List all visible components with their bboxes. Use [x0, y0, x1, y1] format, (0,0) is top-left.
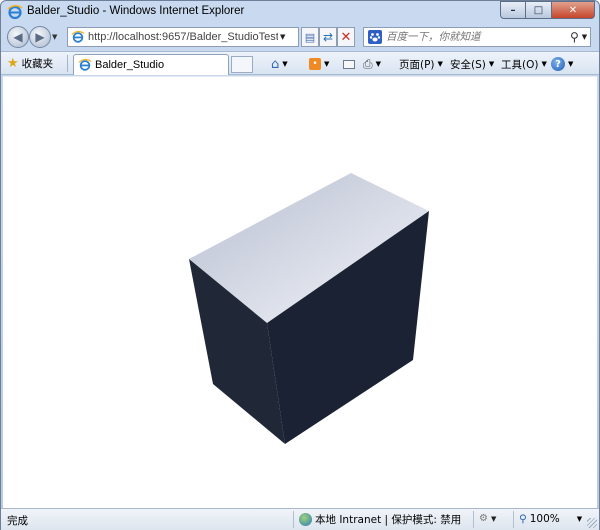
zoom-control[interactable]: ⚲ 100% ▼ — [519, 513, 582, 525]
protected-mode-dropdown-icon: ▼ — [490, 514, 497, 523]
status-text: 完成 — [7, 515, 28, 527]
favorites-label: 收藏夹 — [21, 58, 54, 70]
forward-arrow-icon: ▶ — [35, 30, 45, 44]
tools-menu[interactable]: 工具(O) ▼ — [501, 56, 547, 72]
help-dropdown-icon[interactable]: ▼ — [568, 60, 573, 68]
baidu-paw-icon — [368, 30, 382, 44]
print-dropdown-icon[interactable]: ▼ — [376, 60, 381, 68]
back-arrow-icon: ◀ — [13, 30, 23, 44]
ie-tab-icon — [78, 58, 92, 71]
home-dropdown-icon[interactable]: ▼ — [282, 60, 287, 68]
safety-menu[interactable]: 安全(S) ▼ — [450, 56, 494, 72]
page-menu-dropdown-icon: ▼ — [437, 60, 443, 68]
protected-mode-indicator[interactable]: ⚙ ▼ — [479, 513, 496, 524]
status-divider — [293, 511, 294, 528]
new-tab-button[interactable] — [231, 56, 253, 73]
safety-menu-label: 安全(S) — [450, 58, 486, 71]
address-input[interactable] — [88, 31, 278, 43]
intranet-globe-icon — [299, 513, 312, 526]
favorites-star-icon: ★ — [7, 56, 19, 71]
tools-menu-label: 工具(O) — [501, 58, 539, 71]
tools-menu-dropdown-icon: ▼ — [541, 60, 547, 68]
mail-icon — [343, 59, 355, 69]
refresh-button[interactable]: ⇄ — [319, 27, 337, 47]
printer-icon: ⎙ — [363, 56, 373, 71]
toolbar-divider — [67, 55, 68, 72]
command-bar: ★ 收藏夹 Balder_Studio ⌂ ▼ • ▼ ⎙ ▼ 页面(P) ▼ … — [1, 51, 599, 75]
feeds-button[interactable]: • ▼ — [309, 56, 329, 72]
tab-label: Balder_Studio — [95, 59, 165, 71]
security-zone-label: 本地 Intranet | 保护模式: 禁用 — [315, 514, 462, 526]
print-button[interactable]: ⎙ ▼ — [363, 56, 381, 72]
resize-grip[interactable] — [587, 518, 597, 528]
browser-window: Balder_Studio - Windows Internet Explore… — [0, 0, 600, 530]
rss-feed-icon: • — [309, 58, 321, 70]
ie-logo-icon — [7, 4, 23, 20]
page-menu-label: 页面(P) — [399, 58, 435, 71]
help-icon: ? — [551, 57, 565, 71]
page-content[interactable] — [3, 76, 597, 508]
shield-icon: ⚙ — [479, 513, 488, 524]
3d-scene-canvas[interactable] — [3, 77, 597, 509]
compatibility-view-button[interactable]: ▤ — [301, 27, 319, 47]
favorites-button[interactable]: ★ 收藏夹 — [7, 55, 53, 72]
safety-menu-dropdown-icon: ▼ — [488, 60, 495, 68]
ie-page-icon — [71, 30, 85, 43]
minimize-button[interactable]: – — [500, 1, 526, 19]
address-row: ◀ ▶ ▼ ▼ ▤ ⇄ ✕ — [1, 23, 599, 51]
address-bar[interactable]: ▼ — [67, 27, 299, 47]
zoom-dropdown-icon: ▼ — [576, 515, 583, 523]
refresh-icon: ⇄ — [322, 30, 334, 44]
window-title: Balder_Studio - Windows Internet Explore… — [27, 5, 245, 17]
zoom-magnifier-icon: ⚲ — [519, 513, 527, 525]
forward-button[interactable]: ▶ — [29, 26, 51, 48]
security-zone[interactable]: 本地 Intranet | 保护模式: 禁用 — [299, 512, 461, 527]
search-box[interactable]: ⚲ ▼ — [363, 27, 591, 47]
read-mail-button[interactable] — [343, 56, 355, 72]
status-bar: 完成 本地 Intranet | 保护模式: 禁用 ⚙ ▼ ⚲ 100% ▼ — [1, 508, 599, 530]
status-divider — [473, 511, 474, 528]
home-icon: ⌂ — [271, 56, 280, 72]
recent-pages-dropdown[interactable]: ▼ — [52, 33, 57, 41]
stop-icon: ✕ — [340, 29, 352, 45]
search-icon[interactable]: ⚲ — [570, 30, 579, 44]
zoom-level: 100% — [529, 513, 560, 525]
title-bar[interactable]: Balder_Studio - Windows Internet Explore… — [1, 1, 599, 23]
home-button[interactable]: ⌂ ▼ — [271, 56, 288, 72]
tab-balder-studio[interactable]: Balder_Studio — [73, 54, 229, 75]
page-menu[interactable]: 页面(P) ▼ — [399, 56, 443, 72]
stop-button[interactable]: ✕ — [337, 27, 355, 47]
help-button[interactable]: ? ▼ — [551, 56, 573, 72]
address-dropdown-icon[interactable]: ▼ — [280, 33, 285, 41]
search-input[interactable] — [386, 31, 566, 43]
maximize-button[interactable]: □ — [526, 1, 552, 19]
close-button[interactable]: ✕ — [552, 1, 595, 19]
compatibility-view-icon: ▤ — [304, 30, 316, 44]
search-options-dropdown-icon[interactable]: ▼ — [582, 33, 587, 41]
feeds-dropdown-icon[interactable]: ▼ — [324, 60, 329, 68]
back-button[interactable]: ◀ — [7, 26, 29, 48]
caption-buttons: – □ ✕ — [500, 1, 595, 19]
status-divider — [513, 511, 514, 528]
